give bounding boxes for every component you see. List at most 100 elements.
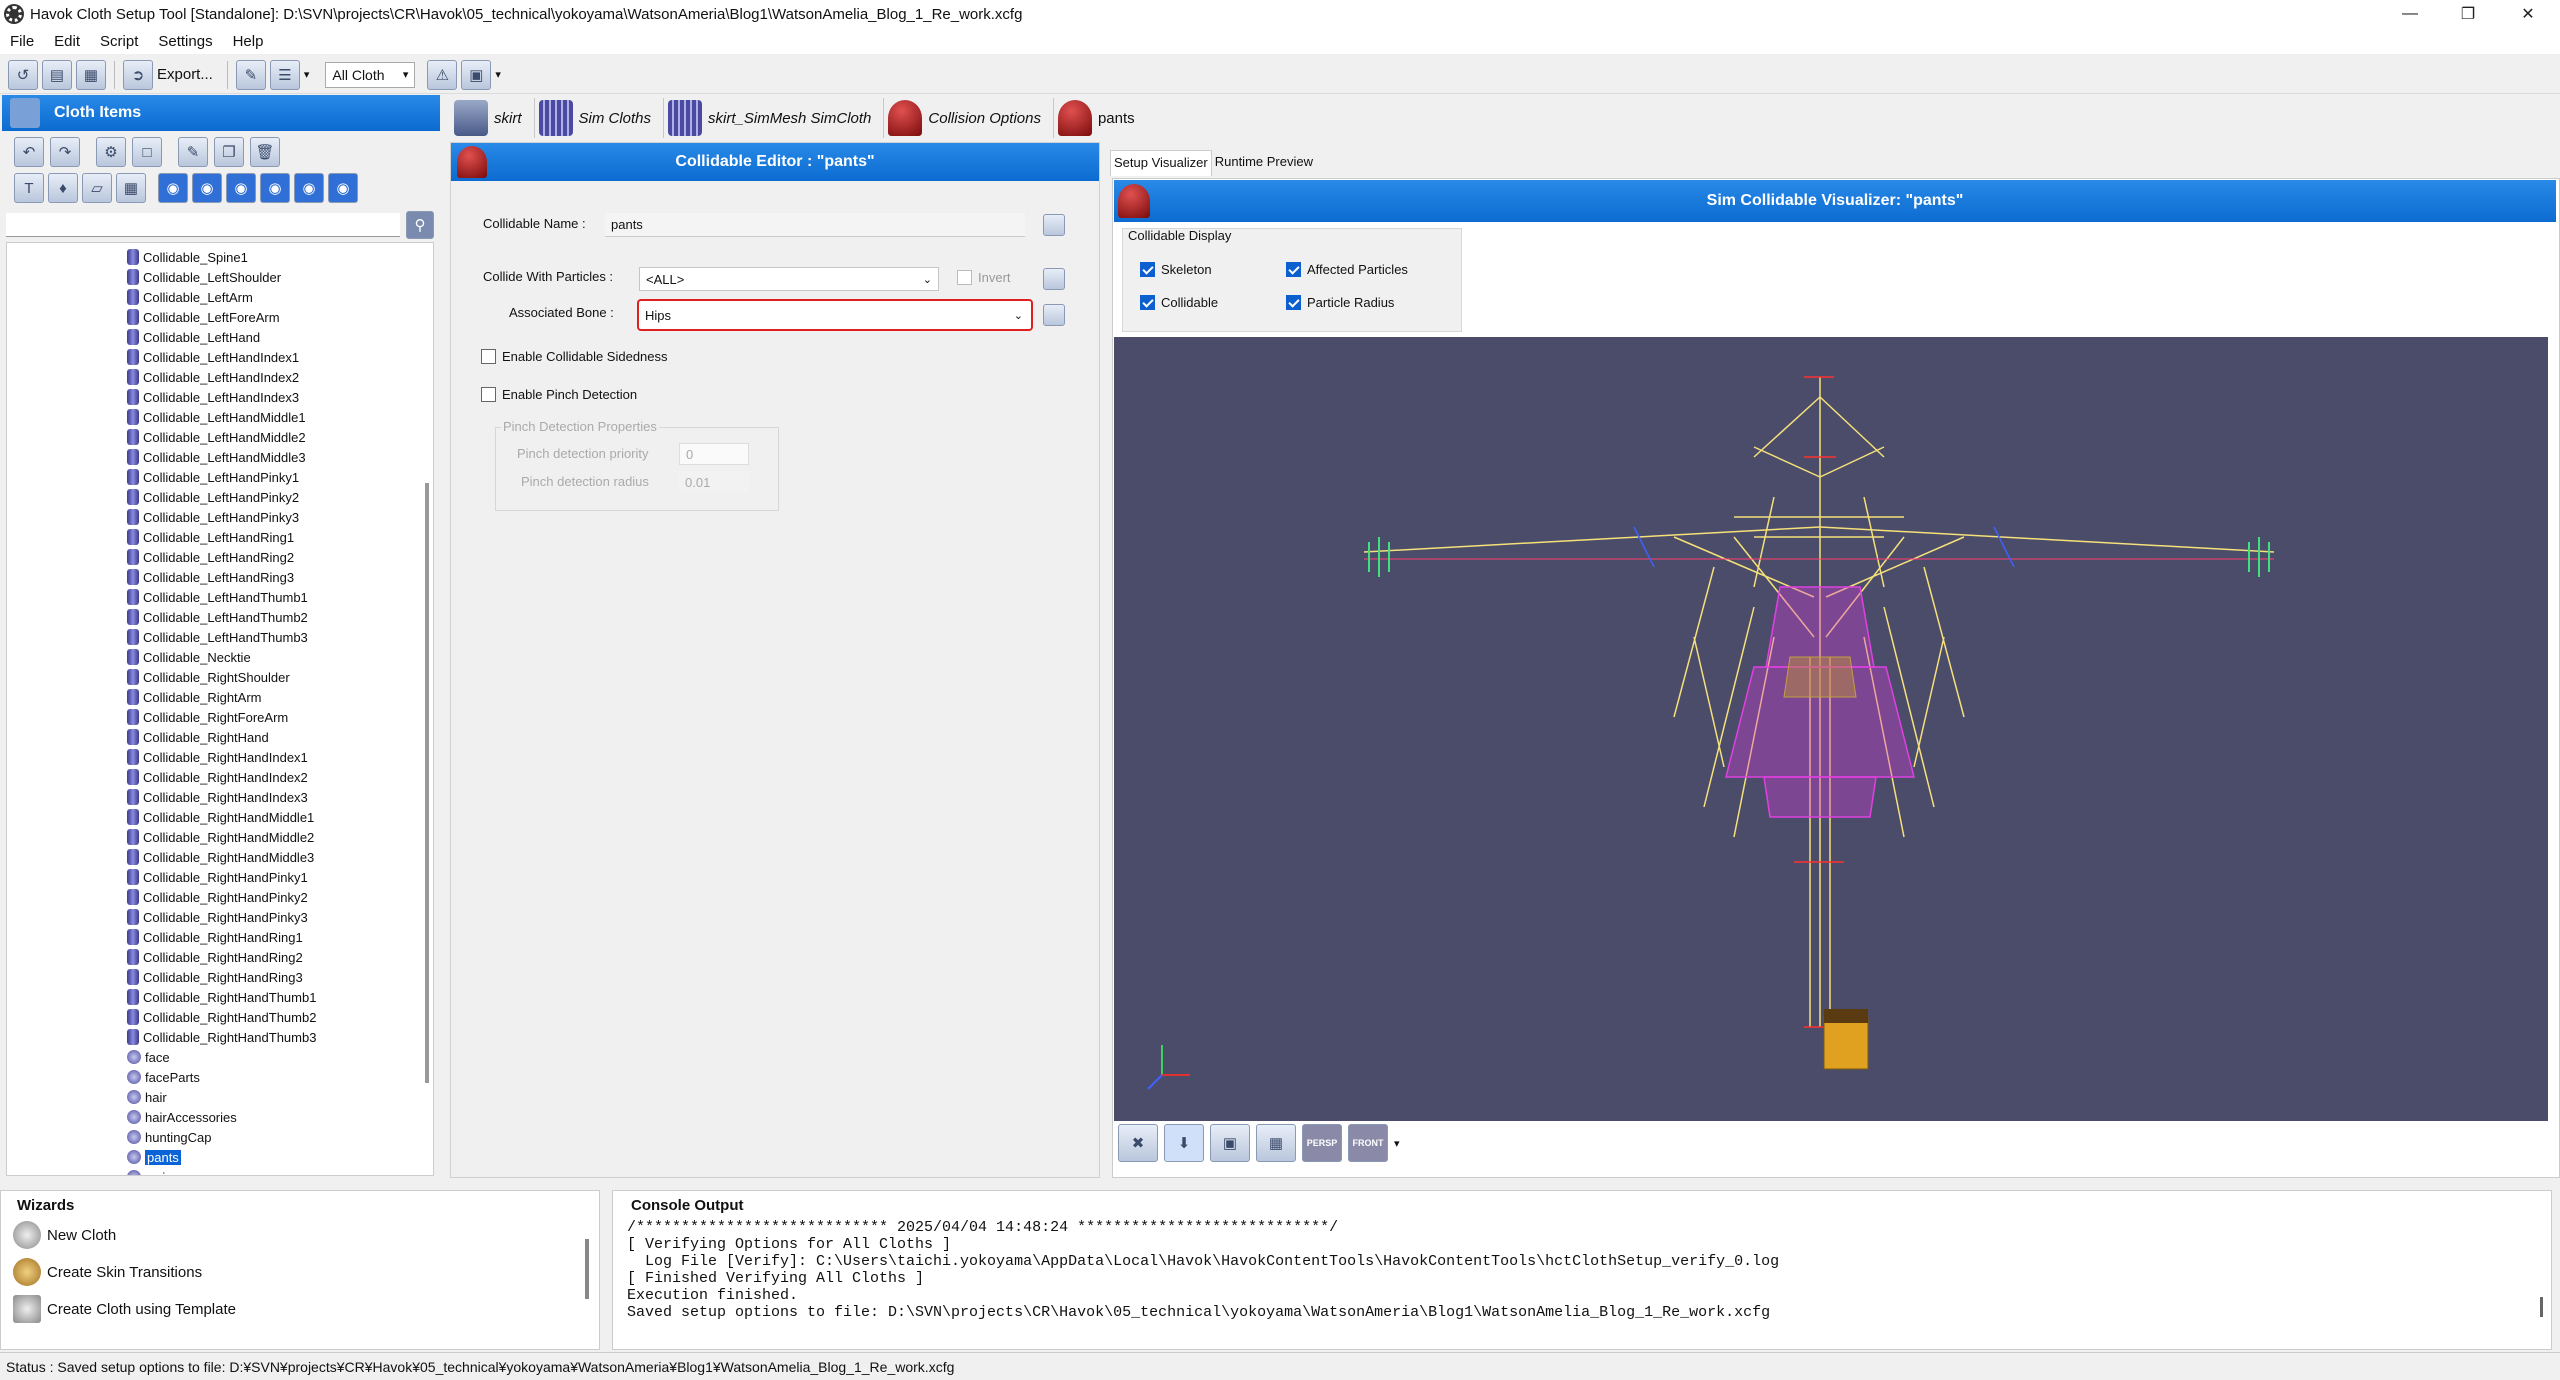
tree-search-input[interactable]	[6, 213, 400, 237]
tree-item[interactable]: Collidable_LeftHandThumb2	[127, 607, 308, 627]
tab-skirt-simmesh[interactable]: skirt_SimMesh SimCloth	[664, 98, 885, 138]
tree-item[interactable]: Collidable_LeftHandMiddle3	[127, 447, 306, 467]
tree-item[interactable]: Collidable_LeftHandPinky1	[127, 467, 299, 487]
tree-item[interactable]: Collidable_RightForeArm	[127, 707, 288, 727]
gear-icon[interactable]: ⚙	[96, 137, 126, 167]
tree-item[interactable]: Collidable_RightHandThumb3	[127, 1027, 316, 1047]
add-cloth-icon[interactable]: T	[14, 173, 44, 203]
bone-action-button[interactable]	[1043, 304, 1065, 326]
export-button[interactable]: Export...	[157, 66, 213, 83]
tree-item[interactable]: huntingCap	[127, 1127, 212, 1147]
tree-item[interactable]: Collidable_LeftHandMiddle1	[127, 407, 306, 427]
collidable-name-field[interactable]: pants	[605, 213, 1025, 237]
name-action-button[interactable]	[1043, 214, 1065, 236]
tree-item[interactable]: Collidable_LeftHandIndex2	[127, 367, 299, 387]
minimize-button[interactable]: —	[2382, 0, 2438, 28]
tree-scrollbar[interactable]	[425, 483, 429, 1083]
particle-radius-checkbox[interactable]: Particle Radius	[1286, 295, 1394, 310]
tab-runtime-preview[interactable]: Runtime Preview	[1212, 150, 1316, 176]
tree-item[interactable]: Collidable_RightHandMiddle1	[127, 807, 314, 827]
tree-item[interactable]: Collidable_RightHandIndex3	[127, 787, 308, 807]
tree-item[interactable]: Collidable_LeftHandThumb1	[127, 587, 308, 607]
skeleton-checkbox[interactable]: Skeleton	[1140, 262, 1212, 277]
tree-item[interactable]: face	[127, 1047, 170, 1067]
tree-item[interactable]: Collidable_RightHandMiddle3	[127, 847, 314, 867]
persp-button[interactable]: PERSP	[1302, 1124, 1342, 1162]
tree-item[interactable]: Collidable_RightHandThumb2	[127, 1007, 316, 1027]
wizard-cloth-template[interactable]: Create Cloth using Template	[13, 1295, 236, 1323]
page-icon[interactable]: □	[132, 137, 162, 167]
chevron-down-icon[interactable]: ▾	[1394, 1137, 1400, 1150]
monitor-icon[interactable]: ▣	[461, 59, 492, 90]
invert-checkbox[interactable]: Invert	[957, 270, 1011, 285]
view-filter-3-icon[interactable]: ◉	[226, 173, 256, 203]
down-arrow-icon[interactable]: ⬇	[1164, 1124, 1204, 1162]
maximize-button[interactable]: ❐	[2440, 0, 2496, 28]
edit-list-icon[interactable]: ☰	[269, 59, 300, 90]
pinch-detection-checkbox[interactable]: Enable Pinch Detection	[481, 387, 637, 402]
tree-item[interactable]: Collidable_RightHand	[127, 727, 269, 747]
tree-item[interactable]: Collidable_Spine1	[127, 247, 248, 267]
view-filter-6-icon[interactable]: ◉	[328, 173, 358, 203]
tab-setup-visualizer[interactable]: Setup Visualizer	[1110, 150, 1212, 176]
edit-item-icon[interactable]: ✎	[178, 137, 208, 167]
tree-item[interactable]: Collidable_LeftHandThumb3	[127, 627, 308, 647]
tree-item[interactable]: Collidable_RightArm	[127, 687, 262, 707]
fit-view-icon[interactable]: ▣	[1210, 1124, 1250, 1162]
tree-item[interactable]: Collidable_RightHandRing1	[127, 927, 303, 947]
tree-item[interactable]: syringe	[127, 1167, 187, 1175]
add-skin-icon[interactable]: ♦	[48, 173, 78, 203]
tree-item[interactable]: Collidable_LeftHandPinky3	[127, 507, 299, 527]
tree-item[interactable]: Collidable_LeftHandIndex3	[127, 387, 299, 407]
close-button[interactable]: ✕	[2500, 0, 2556, 28]
tree-item[interactable]: pants	[127, 1147, 181, 1167]
menu-script[interactable]: Script	[90, 33, 148, 50]
wizard-skin-transitions[interactable]: Create Skin Transitions	[13, 1258, 202, 1286]
tree-item[interactable]: Collidable_RightHandPinky3	[127, 907, 308, 927]
console-scrollbar[interactable]	[2540, 1297, 2543, 1317]
wizards-scrollbar[interactable]	[585, 1239, 589, 1299]
collide-with-select[interactable]: <ALL> ⌄	[639, 267, 939, 291]
tree-item[interactable]: Collidable_LeftShoulder	[127, 267, 281, 287]
tree-item[interactable]: Collidable_Necktie	[127, 647, 251, 667]
collide-action-button[interactable]	[1043, 268, 1065, 290]
tree-item[interactable]: Collidable_RightHandPinky1	[127, 867, 308, 887]
tree-item[interactable]: hair	[127, 1087, 167, 1107]
copy-icon[interactable]: ❐	[214, 137, 244, 167]
add-table-icon[interactable]: ▦	[116, 173, 146, 203]
tree-item[interactable]: Collidable_LeftHandIndex1	[127, 347, 299, 367]
menu-edit[interactable]: Edit	[44, 33, 90, 50]
view-filter-5-icon[interactable]: ◉	[294, 173, 324, 203]
menu-settings[interactable]: Settings	[148, 33, 222, 50]
tree-item[interactable]: Collidable_RightHandRing2	[127, 947, 303, 967]
tree-item[interactable]: Collidable_LeftHandPinky2	[127, 487, 299, 507]
new-icon[interactable]: ↺	[8, 59, 38, 90]
tree-item[interactable]: Collidable_LeftHandRing1	[127, 527, 294, 547]
tree-item[interactable]: Collidable_RightShoulder	[127, 667, 290, 687]
reset-view-icon[interactable]: ✖	[1118, 1124, 1158, 1162]
pinch-priority-stepper[interactable]: 0	[679, 443, 749, 465]
tree-item[interactable]: Collidable_RightHandMiddle2	[127, 827, 314, 847]
tree-item[interactable]: hairAccessories	[127, 1107, 237, 1127]
tree-item[interactable]: Collidable_RightHandRing3	[127, 967, 303, 987]
sidedness-checkbox[interactable]: Enable Collidable Sidedness	[481, 349, 668, 364]
tab-collision-options[interactable]: Collision Options	[884, 98, 1054, 138]
tree-item[interactable]: Collidable_RightHandPinky2	[127, 887, 308, 907]
view-filter-1-icon[interactable]: ◉	[158, 173, 188, 203]
undo-icon[interactable]: ↶	[14, 137, 44, 167]
affected-particles-checkbox[interactable]: Affected Particles	[1286, 262, 1408, 277]
redo-icon[interactable]: ↷	[50, 137, 80, 167]
wizard-new-cloth[interactable]: New Cloth	[13, 1221, 116, 1249]
tree-item[interactable]: faceParts	[127, 1067, 200, 1087]
trash-icon[interactable]: 🗑	[250, 137, 280, 167]
view-filter-2-icon[interactable]: ◉	[192, 173, 222, 203]
tree-item[interactable]: Collidable_RightHandIndex1	[127, 747, 308, 767]
cloth-items-tree[interactable]: Collidable_Spine1 Collidable_LeftShoulder…	[6, 242, 434, 1176]
warning-icon[interactable]: ⚠	[427, 59, 458, 90]
tree-item[interactable]: Collidable_RightHandThumb1	[127, 987, 316, 1007]
associated-bone-select[interactable]: Hips ⌄	[637, 299, 1033, 331]
edit-icon[interactable]: ✎	[235, 59, 266, 90]
tree-item[interactable]: Collidable_LeftHandRing3	[127, 567, 294, 587]
3d-viewport[interactable]	[1114, 337, 2548, 1121]
pinch-radius-field[interactable]: 0.01	[679, 471, 749, 493]
